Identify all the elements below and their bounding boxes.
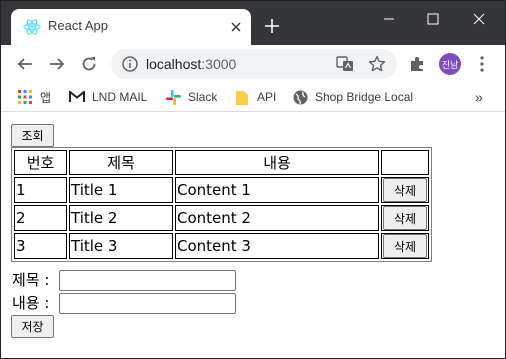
bookmark-shop-bridge-local[interactable]: Shop Bridge Local — [292, 87, 413, 107]
bookmark-api[interactable]: API — [234, 87, 276, 107]
cell-title: Title 3 — [69, 233, 173, 259]
header-content: 내용 — [175, 150, 379, 175]
translate-icon[interactable] — [336, 55, 354, 73]
reload-icon[interactable] — [77, 52, 101, 76]
bookmark-slack[interactable]: Slack — [165, 87, 217, 107]
bookmark-label: Shop Bridge Local — [315, 90, 414, 104]
maximize-icon[interactable] — [421, 7, 445, 31]
page-content: 조회 번호 제목 내용 1 Title 1 Content 1 삭제 2 Tit… — [1, 112, 505, 358]
forward-arrow-icon[interactable] — [45, 52, 69, 76]
bookmark-label: Slack — [188, 90, 218, 104]
content-input[interactable] — [59, 293, 236, 314]
table-row: 1 Title 1 Content 1 삭제 — [14, 177, 429, 203]
close-icon[interactable] — [227, 18, 245, 36]
bookmark-lnd-mail[interactable]: LND MAIL — [69, 87, 147, 107]
table-row: 2 Title 2 Content 2 삭제 — [14, 205, 429, 231]
content-label: 내용 : — [12, 294, 50, 312]
folder-icon — [234, 89, 250, 105]
delete-button[interactable]: 삭제 — [383, 178, 427, 202]
tab-react-app[interactable]: React App — [11, 9, 251, 45]
header-title: 제목 — [69, 150, 173, 175]
delete-button[interactable]: 삭제 — [383, 234, 427, 258]
cell-content: Content 1 — [175, 177, 379, 203]
cell-title: Title 1 — [69, 177, 173, 203]
cell-action: 삭제 — [381, 205, 429, 231]
address-bar[interactable]: localhost:3000 — [111, 49, 397, 79]
star-icon[interactable] — [368, 55, 386, 73]
tab-title: React App — [48, 18, 108, 33]
more-bookmarks-chevron-icon[interactable]: » — [475, 87, 483, 107]
gmail-icon — [69, 89, 85, 105]
header-number: 번호 — [14, 150, 67, 175]
delete-button[interactable]: 삭제 — [383, 206, 427, 230]
browser-toolbar: localhost:3000 진남 — [1, 45, 505, 83]
bookmark-label: 앱 — [40, 90, 52, 105]
url-text: localhost:3000 — [146, 56, 236, 72]
cell-content: Content 3 — [175, 233, 379, 259]
tab-strip: React App — [1, 1, 505, 45]
cell-number: 2 — [14, 205, 67, 231]
window-close-icon[interactable] — [467, 7, 491, 31]
info-icon[interactable] — [121, 55, 139, 73]
browser-window: React App localhost:3000 진남 앱 LND MAIL S… — [1, 1, 505, 358]
bookmark-apps[interactable]: 앱 — [17, 87, 51, 107]
save-button[interactable]: 저장 — [11, 315, 54, 338]
cell-action: 삭제 — [381, 233, 429, 259]
header-action — [381, 150, 429, 175]
back-arrow-icon[interactable] — [13, 52, 37, 76]
more-vertical-icon[interactable] — [472, 54, 492, 74]
bookmarks-bar: 앱 LND MAIL Slack API Shop Bridge Local » — [1, 83, 505, 112]
cell-number: 1 — [14, 177, 67, 203]
cell-content: Content 2 — [175, 205, 379, 231]
query-button[interactable]: 조회 — [11, 124, 54, 147]
title-label: 제목 : — [12, 271, 50, 289]
cell-number: 3 — [14, 233, 67, 259]
minimize-icon[interactable] — [377, 7, 401, 31]
table-header-row: 번호 제목 내용 — [14, 150, 429, 175]
posts-table: 번호 제목 내용 1 Title 1 Content 1 삭제 2 Title … — [11, 147, 432, 262]
apps-grid-icon — [17, 89, 33, 105]
extensions-puzzle-icon[interactable] — [407, 54, 427, 74]
cell-title: Title 2 — [69, 205, 173, 231]
title-input[interactable] — [59, 270, 236, 291]
slack-icon — [165, 89, 181, 105]
cell-action: 삭제 — [381, 177, 429, 203]
bookmark-label: API — [257, 90, 277, 104]
profile-avatar[interactable]: 진남 — [439, 53, 461, 75]
url-host: localhost — [146, 56, 202, 72]
new-tab-icon[interactable] — [263, 17, 281, 35]
url-port: :3000 — [201, 56, 237, 72]
react-logo-icon — [23, 18, 41, 36]
bookmark-label: LND MAIL — [92, 90, 148, 104]
table-row: 3 Title 3 Content 3 삭제 — [14, 233, 429, 259]
globe-icon — [292, 89, 308, 105]
